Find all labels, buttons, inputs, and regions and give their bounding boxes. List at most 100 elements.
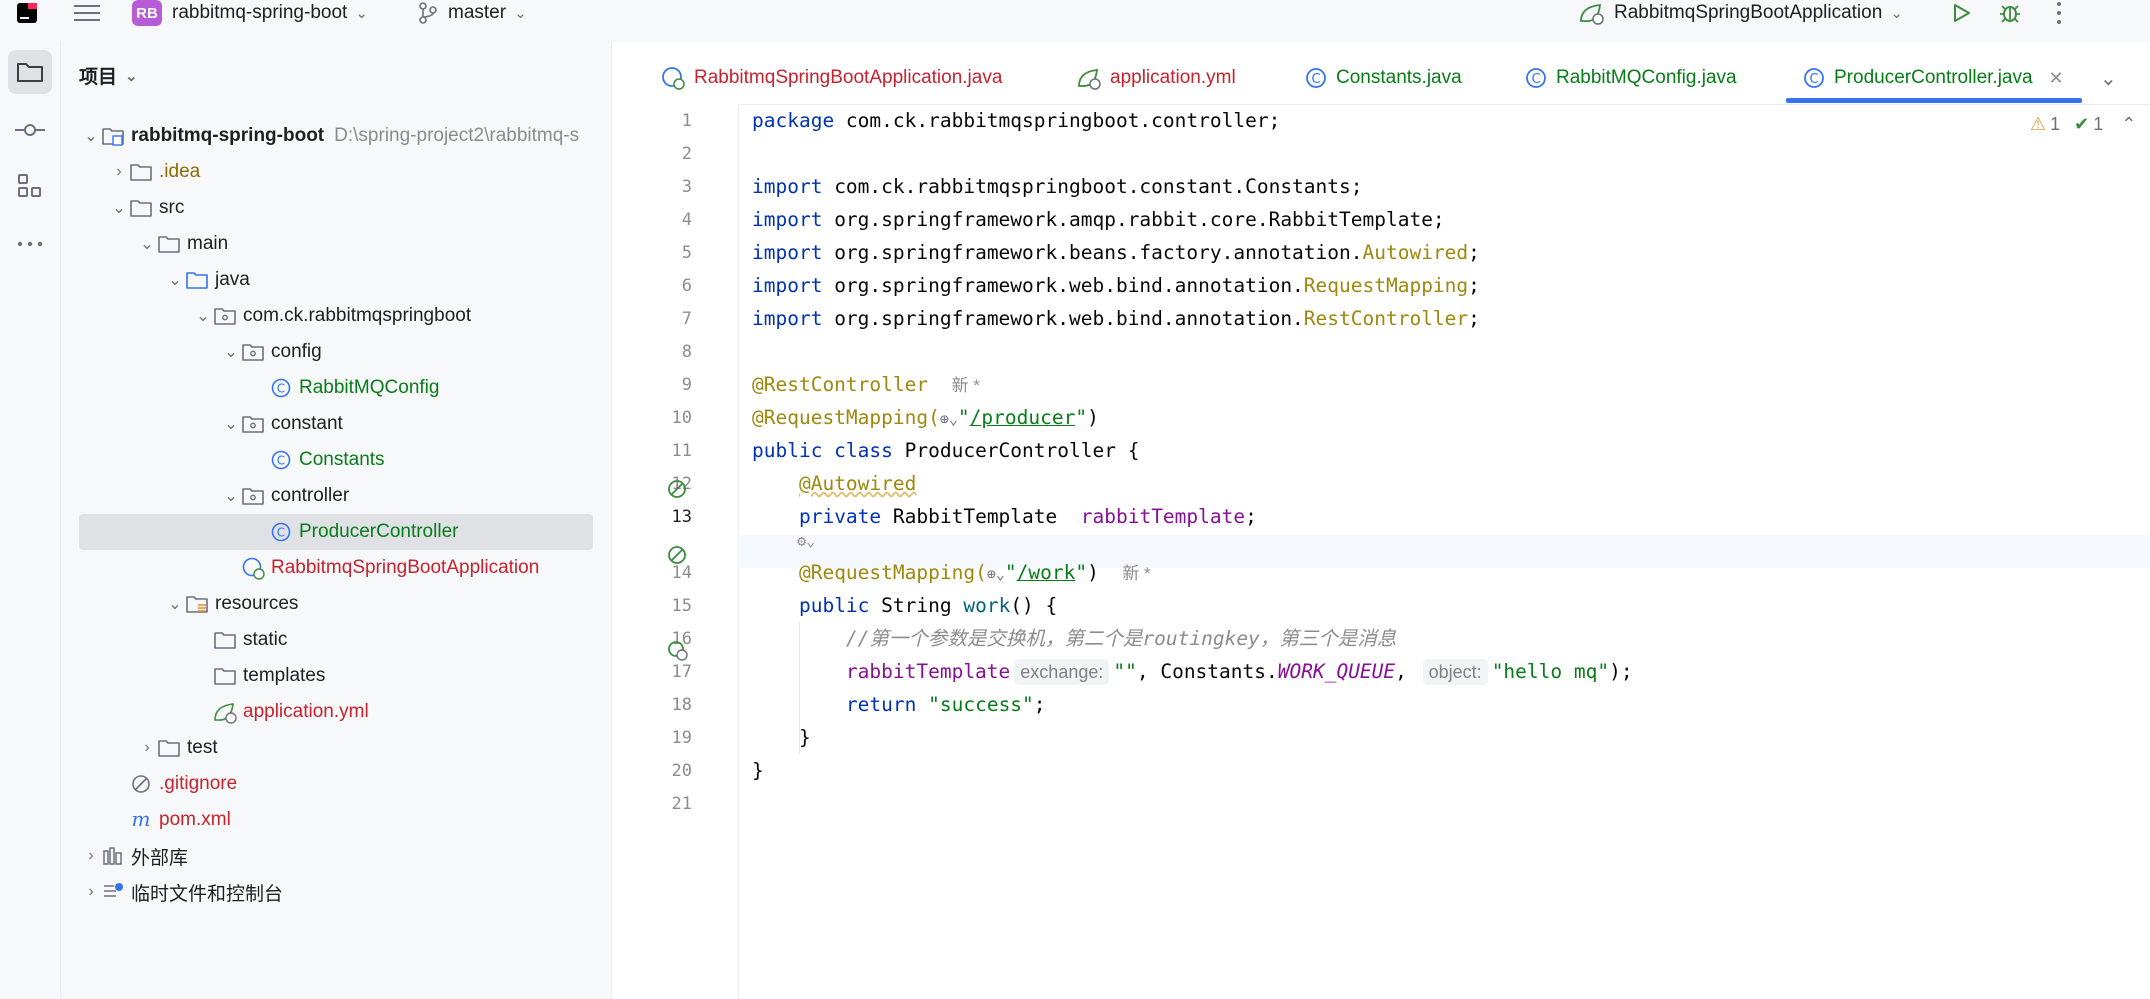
- autowired-gutter-icon[interactable]: [666, 544, 688, 571]
- line-number[interactable]: 20: [652, 761, 692, 781]
- app-logo-icon[interactable]: [16, 0, 38, 26]
- code-line-15: public String work() {: [798, 594, 1058, 617]
- line-number[interactable]: 6: [652, 276, 692, 296]
- svg-text:m: m: [132, 809, 151, 831]
- chevron-up-icon[interactable]: ⌃: [2121, 114, 2136, 135]
- tree-item-constants-class[interactable]: C Constants: [61, 442, 611, 478]
- tree-item-rabbitmq-config-class[interactable]: C RabbitMQConfig: [61, 370, 611, 406]
- project-switcher[interactable]: RB rabbitmq-spring-boot ⌄: [132, 0, 368, 26]
- tab-label: application.yml: [1110, 67, 1236, 88]
- package-icon: [213, 304, 237, 328]
- chevron-down-icon[interactable]: ⌄: [165, 594, 185, 614]
- chevron-right-icon[interactable]: ›: [109, 163, 129, 181]
- line-number[interactable]: 10: [652, 408, 692, 428]
- indent-guide: [799, 622, 800, 754]
- tree-item-main-folder[interactable]: ⌄ main: [61, 226, 611, 262]
- tree-item-label: main: [187, 233, 229, 254]
- more-tools-icon[interactable]: [8, 222, 52, 266]
- run-button[interactable]: [1950, 0, 1972, 26]
- chevron-down-icon: ⌄: [514, 5, 527, 22]
- tree-item-src-folder[interactable]: ⌄ src: [61, 190, 611, 226]
- line-number[interactable]: 3: [652, 177, 692, 197]
- chevron-down-icon[interactable]: ⌄: [221, 342, 241, 362]
- code-editor[interactable]: package com.ck.rabbitmqspringboot.contro…: [740, 104, 2150, 999]
- chevron-right-icon[interactable]: ›: [81, 847, 101, 865]
- chevron-down-icon[interactable]: ⌄: [137, 234, 157, 254]
- project-tool-button[interactable]: [8, 50, 52, 94]
- line-number[interactable]: 15: [652, 596, 692, 616]
- tab-rabbitmq-app[interactable]: RabbitmqSpringBootApplication.java: [660, 60, 1002, 96]
- line-number[interactable]: 7: [652, 309, 692, 329]
- tree-item-gitignore-file[interactable]: .gitignore: [61, 766, 611, 802]
- globe-icon[interactable]: ⊕⌄: [940, 410, 958, 428]
- chevron-down-icon[interactable]: ⌄: [81, 126, 101, 146]
- project-panel-header[interactable]: 项目 ⌄: [79, 62, 138, 89]
- class-icon: C: [269, 520, 293, 544]
- tree-item-label: RabbitMQConfig: [299, 377, 440, 398]
- tree-item-test-folder[interactable]: › test: [61, 730, 611, 766]
- tree-item-idea-folder[interactable]: › .idea: [61, 154, 611, 190]
- svg-text:C: C: [1311, 72, 1320, 87]
- tree-item-resources-folder[interactable]: ⌄ resources: [61, 586, 611, 622]
- globe-icon[interactable]: ⊕⌄: [987, 565, 1005, 583]
- tree-item-controller-package[interactable]: ⌄ controller: [61, 478, 611, 514]
- tree-item-producer-controller-class[interactable]: C ProducerController: [79, 514, 593, 550]
- tree-item-external-libraries[interactable]: › 外部库: [61, 838, 611, 874]
- line-number[interactable]: 21: [652, 794, 692, 814]
- spring-bean-gutter-icon[interactable]: [666, 478, 688, 505]
- chevron-right-icon[interactable]: ›: [81, 883, 101, 901]
- line-number[interactable]: 2: [652, 144, 692, 164]
- tab-rabbitmq-config[interactable]: C RabbitMQConfig.java: [1524, 60, 1737, 96]
- tree-item-package-root[interactable]: ⌄ com.ck.rabbitmqspringboot: [61, 298, 611, 334]
- vcs-branch-widget[interactable]: master ⌄: [418, 0, 527, 26]
- tab-producer-controller[interactable]: C ProducerController.java ✕: [1802, 60, 2064, 96]
- line-number[interactable]: 19: [652, 728, 692, 748]
- warning-count: 1: [2050, 114, 2061, 134]
- structure-tool-button[interactable]: [8, 164, 52, 208]
- tree-item-pom-file[interactable]: m pom.xml: [61, 802, 611, 838]
- tree-item-java-folder[interactable]: ⌄ java: [61, 262, 611, 298]
- chevron-down-icon[interactable]: ⌄: [109, 198, 129, 218]
- line-number[interactable]: 18: [652, 695, 692, 715]
- close-tab-icon[interactable]: ✕: [2049, 68, 2064, 89]
- code-line-7: import org.springframework.web.bind.anno…: [752, 307, 1480, 330]
- run-config-selector[interactable]: RabbitmqSpringBootApplication ⌄: [1578, 0, 1903, 26]
- chevron-right-icon[interactable]: ›: [137, 739, 157, 757]
- line-number[interactable]: 5: [652, 243, 692, 263]
- tree-item-label: constant: [271, 413, 343, 434]
- line-number[interactable]: 13: [652, 507, 692, 527]
- chevron-down-icon[interactable]: ⌄: [221, 414, 241, 434]
- code-line-16: //第一个参数是交换机，第二个是routingkey，第三个是消息: [845, 627, 1397, 650]
- line-number[interactable]: 1: [652, 111, 692, 131]
- tree-item-project-root[interactable]: ⌄ rabbitmq-spring-boot D:\spring-project2\…: [61, 118, 611, 154]
- inspection-widget[interactable]: ⚠ 1 ✔ 1 ⌃: [2030, 114, 2136, 135]
- endpoint-gutter-icon[interactable]: [666, 639, 688, 666]
- inlay-settings-icon[interactable]: ⚙⌄: [797, 532, 815, 550]
- chevron-down-icon[interactable]: ⌄: [165, 270, 185, 290]
- more-actions-icon[interactable]: [2055, 0, 2063, 26]
- tree-item-templates-folder[interactable]: templates: [61, 658, 611, 694]
- line-number[interactable]: 8: [652, 342, 692, 362]
- param-hint-object: object:: [1422, 659, 1488, 685]
- tree-item-scratches-and-consoles[interactable]: › 临时文件和控制台: [61, 874, 611, 910]
- tree-item-application-class[interactable]: RabbitmqSpringBootApplication: [61, 550, 611, 586]
- main-menu-icon[interactable]: [74, 0, 100, 26]
- line-number[interactable]: 4: [652, 210, 692, 230]
- tree-item-label: java: [215, 269, 250, 290]
- folder-icon: [213, 628, 237, 652]
- tree-item-config-package[interactable]: ⌄ config: [61, 334, 611, 370]
- code-vision-hint[interactable]: ⚙⌄: [752, 530, 815, 552]
- line-number[interactable]: 11: [652, 441, 692, 461]
- tree-item-static-folder[interactable]: static: [61, 622, 611, 658]
- tab-list-chevron-icon[interactable]: ⌄: [2100, 60, 2117, 96]
- commit-tool-button[interactable]: [8, 108, 52, 152]
- debug-button[interactable]: [1998, 0, 2022, 26]
- line-number[interactable]: 9: [652, 375, 692, 395]
- chevron-down-icon[interactable]: ⌄: [221, 486, 241, 506]
- editor-gutter[interactable]: 1 2 3 4 5 6 7 8 9 10 11 12 13 14 15 16 17 18 19 20 21: [612, 104, 739, 999]
- tree-item-constant-package[interactable]: ⌄ constant: [61, 406, 611, 442]
- chevron-down-icon[interactable]: ⌄: [193, 306, 213, 326]
- tab-application-yml[interactable]: application.yml: [1076, 60, 1236, 96]
- tab-constants[interactable]: C Constants.java: [1304, 60, 1462, 96]
- tree-item-application-yml-file[interactable]: application.yml: [61, 694, 611, 730]
